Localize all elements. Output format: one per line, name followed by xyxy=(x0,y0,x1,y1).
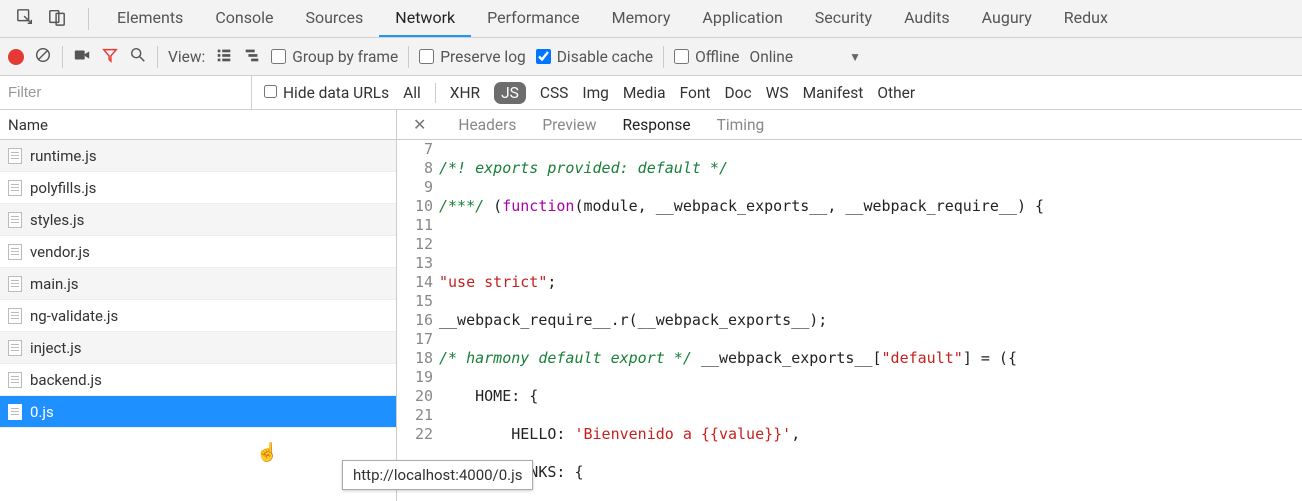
tab-redux[interactable]: Redux xyxy=(1048,0,1124,37)
filter-bar: Hide data URLs All XHR JS CSS Img Media Font Do… xyxy=(0,76,1302,110)
tab-network[interactable]: Network xyxy=(379,0,471,37)
record-icon[interactable] xyxy=(8,49,24,65)
clear-icon[interactable] xyxy=(34,46,52,68)
request-name: main.js xyxy=(30,275,79,293)
detail-tab-response[interactable]: Response xyxy=(622,116,690,134)
filter-input[interactable] xyxy=(0,76,252,109)
search-icon[interactable] xyxy=(129,46,147,68)
group-by-frame-checkbox[interactable]: Group by frame xyxy=(271,48,398,66)
tab-elements[interactable]: Elements xyxy=(101,0,199,37)
tab-augury[interactable]: Augury xyxy=(966,0,1048,37)
close-icon[interactable]: ✕ xyxy=(407,115,432,134)
request-row[interactable]: backend.js xyxy=(0,364,396,396)
network-toolbar: View: Group by frame Preserve log Disabl… xyxy=(0,38,1302,76)
filter-type-xhr[interactable]: XHR xyxy=(450,84,480,102)
filter-type-all[interactable]: All xyxy=(403,84,421,102)
tab-memory[interactable]: Memory xyxy=(596,0,687,37)
chevron-down-icon[interactable]: ▼ xyxy=(849,50,861,64)
filter-type-js[interactable]: JS xyxy=(494,82,526,104)
request-row[interactable]: main.js xyxy=(0,268,396,300)
filter-type-ws[interactable]: WS xyxy=(766,84,789,102)
request-name: ng-validate.js xyxy=(30,307,118,325)
detail-tab-headers[interactable]: Headers xyxy=(458,116,516,134)
offline-checkbox[interactable]: Offline xyxy=(674,48,739,66)
file-icon xyxy=(8,276,22,292)
filter-type-img[interactable]: Img xyxy=(582,84,609,102)
device-toggle-icon[interactable] xyxy=(48,8,66,30)
separator xyxy=(435,83,436,103)
request-name: inject.js xyxy=(30,339,82,357)
file-icon xyxy=(8,308,22,324)
tab-performance[interactable]: Performance xyxy=(471,0,596,37)
file-icon xyxy=(8,148,22,164)
filter-type-css[interactable]: CSS xyxy=(540,84,569,102)
request-list: runtime.js polyfills.js styles.js vendor.js… xyxy=(0,140,396,501)
response-viewer[interactable]: 78910111213141516171819202122 /*! export… xyxy=(397,140,1302,501)
request-name: vendor.js xyxy=(30,243,90,261)
tab-audits[interactable]: Audits xyxy=(888,0,966,37)
filter-type-other[interactable]: Other xyxy=(877,84,915,102)
waterfall-view-icon[interactable] xyxy=(243,46,261,68)
line-gutter: 78910111213141516171819202122 xyxy=(397,140,439,501)
file-icon xyxy=(8,340,22,356)
request-list-panel: Name runtime.js polyfills.js styles.js vend… xyxy=(0,110,397,501)
request-row[interactable]: ng-validate.js xyxy=(0,300,396,332)
filter-type-media[interactable]: Media xyxy=(623,84,666,102)
separator xyxy=(663,46,664,68)
request-name: polyfills.js xyxy=(30,179,96,197)
file-icon xyxy=(8,180,22,196)
request-row[interactable]: inject.js xyxy=(0,332,396,364)
file-icon xyxy=(8,372,22,388)
hide-data-urls-checkbox[interactable]: Hide data URLs xyxy=(264,84,389,102)
preserve-log-checkbox[interactable]: Preserve log xyxy=(419,48,526,66)
throttling-select[interactable]: Online xyxy=(750,48,794,66)
disable-cache-checkbox[interactable]: Disable cache xyxy=(536,48,653,66)
separator xyxy=(157,46,158,68)
detail-tab-timing[interactable]: Timing xyxy=(717,116,765,134)
filter-type-doc[interactable]: Doc xyxy=(724,84,751,102)
tab-sources[interactable]: Sources xyxy=(289,0,379,37)
request-row[interactable]: styles.js xyxy=(0,204,396,236)
request-name: 0.js xyxy=(30,403,54,421)
column-header-name[interactable]: Name xyxy=(0,110,396,140)
filter-icon[interactable] xyxy=(101,46,119,68)
devtools-tab-bar: ElementsConsoleSourcesNetworkPerformance… xyxy=(0,0,1302,38)
camera-icon[interactable] xyxy=(73,46,91,68)
filter-type-manifest[interactable]: Manifest xyxy=(803,84,864,102)
file-icon xyxy=(8,404,22,420)
request-row[interactable]: vendor.js xyxy=(0,236,396,268)
request-row[interactable]: runtime.js xyxy=(0,140,396,172)
inspect-icon[interactable] xyxy=(16,8,34,30)
tab-application[interactable]: Application xyxy=(686,0,798,37)
inspect-tools xyxy=(4,0,101,37)
request-name: runtime.js xyxy=(30,147,97,165)
list-view-icon[interactable] xyxy=(215,46,233,68)
detail-tab-bar: ✕ Headers Preview Response Timing xyxy=(397,110,1302,140)
file-icon xyxy=(8,212,22,228)
separator xyxy=(62,46,63,68)
content-split: Name runtime.js polyfills.js styles.js vend… xyxy=(0,110,1302,501)
separator xyxy=(408,46,409,68)
url-tooltip: http://localhost:4000/0.js xyxy=(342,460,533,490)
tab-console[interactable]: Console xyxy=(199,0,289,37)
filter-type-font[interactable]: Font xyxy=(680,84,711,102)
tab-security[interactable]: Security xyxy=(799,0,888,37)
detail-panel: ✕ Headers Preview Response Timing 789101112… xyxy=(397,110,1302,501)
detail-tab-preview[interactable]: Preview xyxy=(542,116,596,134)
request-row[interactable]: 0.js xyxy=(0,396,396,428)
request-name: styles.js xyxy=(30,211,84,229)
separator xyxy=(88,8,89,30)
view-label: View: xyxy=(168,48,205,66)
request-row[interactable]: polyfills.js xyxy=(0,172,396,204)
file-icon xyxy=(8,244,22,260)
code-content: /*! exports provided: default */ /***/ (… xyxy=(439,140,1302,501)
request-name: backend.js xyxy=(30,371,102,389)
